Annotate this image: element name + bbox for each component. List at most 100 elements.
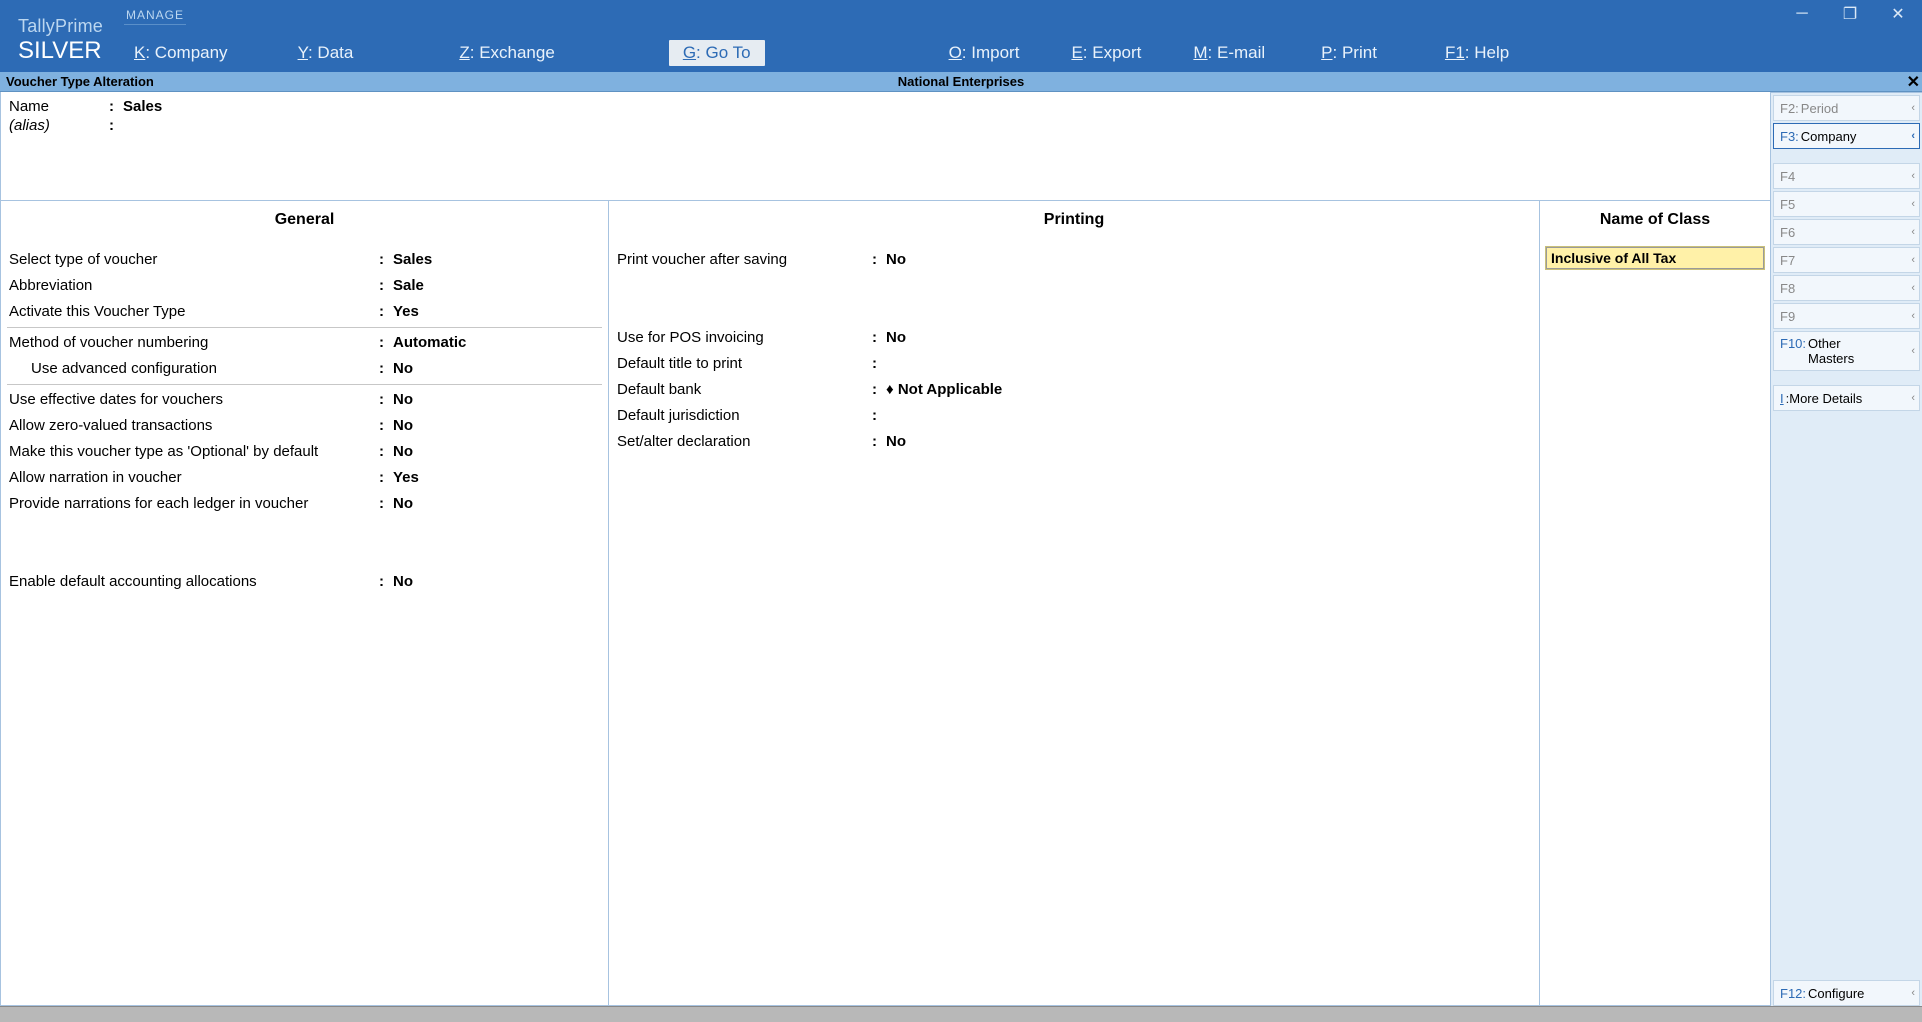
chevron-left-icon: ‹ xyxy=(1911,198,1915,210)
advcfg-label: Use advanced configuration xyxy=(9,356,379,382)
f10-other-masters-button[interactable]: F10: Other Masters ‹ xyxy=(1773,331,1920,371)
colon: : xyxy=(109,98,123,115)
title-bar: TallyPrime SILVER MANAGE K: Company Y: D… xyxy=(0,0,1922,72)
title-label: Default title to print xyxy=(617,351,872,377)
name-label: Name xyxy=(9,98,109,115)
chevron-left-icon: ‹ xyxy=(1911,170,1915,182)
decl-value[interactable]: No xyxy=(886,429,906,455)
menu-print[interactable]: P: Print xyxy=(1307,40,1391,66)
screen-close-button[interactable]: ✕ xyxy=(1907,72,1920,92)
decl-label: Set/alter declaration xyxy=(617,429,872,455)
class-column: Name of Class Inclusive of All Tax xyxy=(1540,201,1770,1005)
menu-print-label: Print xyxy=(1342,43,1377,62)
printing-column: Printing Print voucher after saving : No… xyxy=(609,201,1540,1005)
company-name: National Enterprises xyxy=(898,74,1024,89)
colon: : xyxy=(109,117,123,134)
chevron-left-icon: ‹ xyxy=(1911,310,1915,322)
more-details-button[interactable]: I: More Details ‹ xyxy=(1773,385,1920,411)
aftersave-value[interactable]: No xyxy=(886,247,906,273)
screen-title: Voucher Type Alteration xyxy=(0,74,154,89)
window-minimize-button[interactable]: ─ xyxy=(1778,0,1826,28)
juris-label: Default jurisdiction xyxy=(617,403,872,429)
alias-label: (alias) xyxy=(9,117,109,134)
chevron-left-icon: ‹ xyxy=(1911,987,1915,999)
zero-value[interactable]: No xyxy=(393,413,413,439)
window-controls: ─ ❐ ✕ xyxy=(1778,0,1922,28)
bank-value[interactable]: ♦ Not Applicable xyxy=(886,377,1002,403)
separator xyxy=(7,384,602,385)
menu-email-key: M xyxy=(1193,43,1207,62)
chevron-left-icon: ‹ xyxy=(1911,226,1915,238)
alloc-value[interactable]: No xyxy=(393,569,413,595)
advcfg-value[interactable]: No xyxy=(393,356,413,382)
chevron-left-icon: ‹ xyxy=(1911,282,1915,294)
menu-goto-label: Go To xyxy=(706,43,751,62)
chevron-left-icon: ‹ xyxy=(1911,345,1915,357)
pos-label: Use for POS invoicing xyxy=(617,325,872,351)
chevron-left-icon: ‹ xyxy=(1911,254,1915,266)
menu-company-label: Company xyxy=(155,43,228,62)
menu-goto[interactable]: G: Go To xyxy=(669,40,765,66)
class-name-input[interactable]: Inclusive of All Tax xyxy=(1546,247,1764,269)
app-logo: TallyPrime SILVER xyxy=(0,9,121,63)
content-area: Name : Sales (alias) : General Select ty… xyxy=(0,92,1771,1006)
f4-button[interactable]: F4 ‹ xyxy=(1773,163,1920,189)
class-header: Name of Class xyxy=(1546,207,1764,247)
abbr-value[interactable]: Sale xyxy=(393,273,424,299)
f7-button[interactable]: F7 ‹ xyxy=(1773,247,1920,273)
optional-label: Make this voucher type as 'Optional' by … xyxy=(9,439,379,465)
narr-each-value[interactable]: No xyxy=(393,491,413,517)
voucher-name-block: Name : Sales (alias) : xyxy=(1,92,1770,140)
menu-company[interactable]: K: Company xyxy=(120,40,242,66)
menu-print-key: P xyxy=(1321,43,1332,62)
printing-header: Printing xyxy=(615,207,1533,247)
aftersave-label: Print voucher after saving xyxy=(617,247,872,273)
activate-value[interactable]: Yes xyxy=(393,299,419,325)
name-value[interactable]: Sales xyxy=(123,98,162,115)
method-value[interactable]: Automatic xyxy=(393,330,466,356)
menu-data-label: Data xyxy=(317,43,353,62)
f2-period-button[interactable]: F2:Period ‹ xyxy=(1773,95,1920,121)
f5-button[interactable]: F5 ‹ xyxy=(1773,191,1920,217)
menu-goto-key: G xyxy=(683,43,696,62)
chevron-left-icon: ‹ xyxy=(1911,102,1915,114)
f12-configure-button[interactable]: F12:Configure ‹ xyxy=(1773,980,1920,1006)
narr-value[interactable]: Yes xyxy=(393,465,419,491)
top-menu: K: Company Y: Data Z: Exchange G: Go To … xyxy=(120,40,1762,66)
menu-export-key: E xyxy=(1071,43,1082,62)
three-col: General Select type of voucher : Sales A… xyxy=(1,200,1770,1005)
menu-help-key: F1 xyxy=(1445,43,1465,62)
general-column: General Select type of voucher : Sales A… xyxy=(1,201,609,1005)
menu-import[interactable]: O: Import xyxy=(935,40,1034,66)
f3-company-button[interactable]: F3:Company ‹ xyxy=(1773,123,1920,149)
menu-email[interactable]: M: E-mail xyxy=(1179,40,1279,66)
menu-exchange-key: Z xyxy=(459,43,469,62)
effdates-value[interactable]: No xyxy=(393,387,413,413)
activate-label: Activate this Voucher Type xyxy=(9,299,379,325)
main-area: Name : Sales (alias) : General Select ty… xyxy=(0,92,1922,1006)
general-header: General xyxy=(7,207,602,247)
method-label: Method of voucher numbering xyxy=(9,330,379,356)
menu-exchange-label: Exchange xyxy=(479,43,555,62)
menu-export[interactable]: E: Export xyxy=(1057,40,1155,66)
bank-label: Default bank xyxy=(617,377,872,403)
window-close-button[interactable]: ✕ xyxy=(1874,0,1922,28)
type-value[interactable]: Sales xyxy=(393,247,432,273)
window-restore-button[interactable]: ❐ xyxy=(1826,0,1874,28)
menu-exchange[interactable]: Z: Exchange xyxy=(445,40,568,66)
manage-label[interactable]: MANAGE xyxy=(124,8,186,25)
f9-button[interactable]: F9 ‹ xyxy=(1773,303,1920,329)
right-panel: F2:Period ‹ F3:Company ‹ F4 ‹ F5 ‹ F6 ‹ … xyxy=(1771,92,1922,1006)
menu-data[interactable]: Y: Data xyxy=(284,40,368,66)
narr-each-label: Provide narrations for each ledger in vo… xyxy=(9,491,379,517)
menu-help[interactable]: F1: Help xyxy=(1431,40,1523,66)
pos-value[interactable]: No xyxy=(886,325,906,351)
app-name-top: TallyPrime xyxy=(18,17,103,35)
f8-button[interactable]: F8 ‹ xyxy=(1773,275,1920,301)
f6-button[interactable]: F6 ‹ xyxy=(1773,219,1920,245)
optional-value[interactable]: No xyxy=(393,439,413,465)
menu-import-key: O xyxy=(949,43,962,62)
menu-export-label: Export xyxy=(1092,43,1141,62)
chevron-left-icon: ‹ xyxy=(1911,130,1915,142)
chevron-left-icon: ‹ xyxy=(1911,392,1915,404)
